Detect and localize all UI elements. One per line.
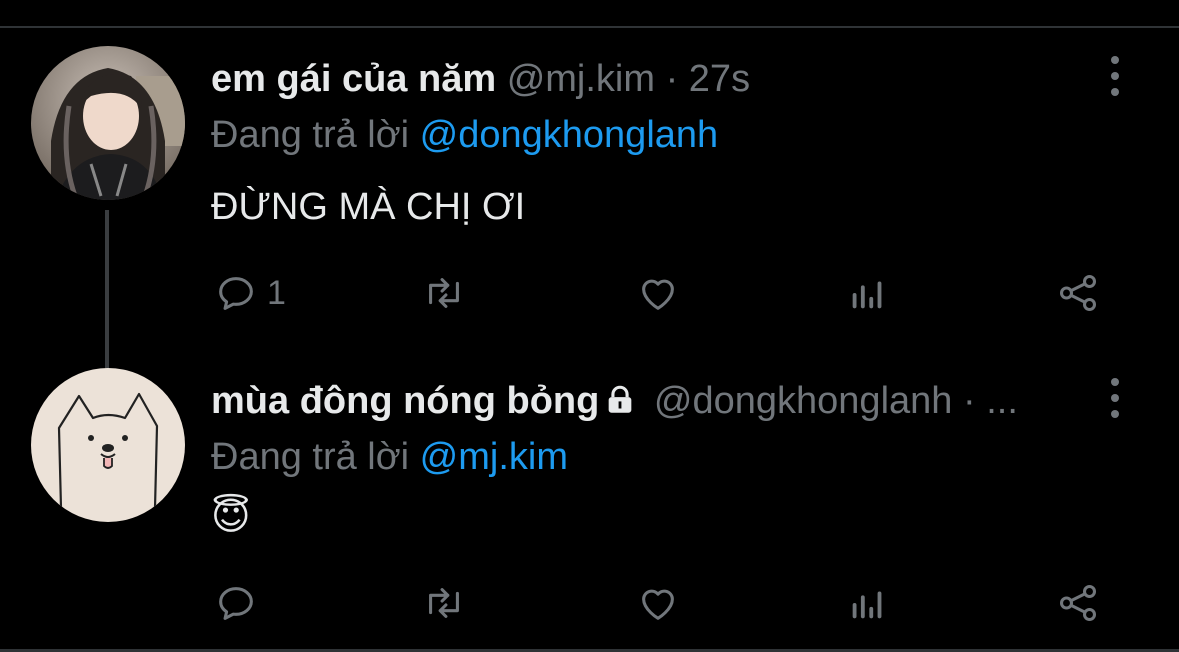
share-icon	[1059, 584, 1097, 622]
display-name[interactable]: mùa đông nóng bỏng	[211, 380, 599, 422]
reply-button[interactable]: 1	[213, 268, 286, 318]
action-bar	[211, 578, 1111, 628]
reply-prefix: Đang trả lời	[211, 114, 410, 156]
tweet-text: 😇	[211, 496, 251, 538]
avatar[interactable]	[31, 46, 185, 200]
like-button[interactable]	[635, 578, 681, 628]
avatar[interactable]	[31, 368, 185, 522]
reply-button[interactable]	[213, 578, 267, 628]
reply-count: 1	[267, 273, 286, 312]
lock-icon	[603, 382, 637, 428]
timestamp[interactable]: ...	[986, 380, 1018, 422]
share-button[interactable]	[1055, 578, 1101, 628]
reply-mention[interactable]: @mj.kim	[420, 436, 568, 478]
reply-prefix: Đang trả lời	[211, 436, 410, 478]
user-handle[interactable]: @mj.kim	[507, 58, 655, 100]
reply-context: Đang trả lời @dongkhonglanh	[211, 112, 718, 158]
like-icon	[642, 589, 674, 620]
timestamp[interactable]: 27s	[689, 58, 750, 100]
top-divider	[0, 26, 1179, 28]
tweet-header: em gái của năm @mj.kim · 27s	[211, 56, 750, 102]
action-bar: 1	[211, 268, 1111, 318]
tweet-1[interactable]: em gái của năm @mj.kim · 27s Đang trả lờ…	[0, 38, 1179, 400]
views-icon	[852, 281, 882, 309]
retweet-button[interactable]	[421, 578, 467, 628]
views-button[interactable]	[845, 578, 891, 628]
share-button[interactable]	[1055, 268, 1101, 318]
share-icon	[1059, 274, 1097, 312]
reply-context: Đang trả lời @mj.kim	[211, 434, 568, 480]
retweet-icon	[429, 588, 459, 618]
tweet-text: ĐỪNG MÀ CHỊ ƠI	[211, 186, 526, 228]
tweet-2[interactable]: mùa đông nóng bỏng @dongkhonglanh · ... …	[0, 360, 1179, 652]
retweet-icon	[429, 278, 459, 308]
reply-icon	[219, 277, 253, 310]
more-icon[interactable]	[1100, 378, 1130, 418]
reply-icon	[219, 587, 253, 620]
like-icon	[642, 279, 674, 310]
like-button[interactable]	[635, 268, 681, 318]
tweet-header: mùa đông nóng bỏng @dongkhonglanh · ...	[211, 378, 1018, 428]
retweet-button[interactable]	[421, 268, 467, 318]
reply-mention[interactable]: @dongkhonglanh	[420, 114, 719, 156]
user-handle[interactable]: @dongkhonglanh	[654, 380, 953, 422]
more-icon[interactable]	[1100, 56, 1130, 96]
display-name[interactable]: em gái của năm	[211, 58, 496, 100]
separator: ·	[665, 58, 679, 100]
separator: ·	[962, 380, 976, 422]
views-icon	[852, 591, 882, 619]
views-button[interactable]	[845, 268, 891, 318]
